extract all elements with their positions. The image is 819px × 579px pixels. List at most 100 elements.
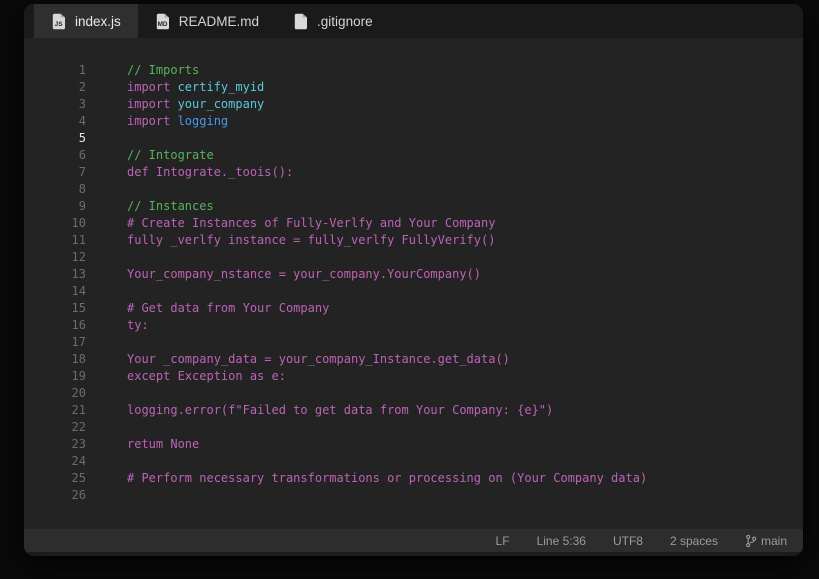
code-line-22[interactable]: 22 xyxy=(24,419,803,436)
token-comment: // Imports xyxy=(127,63,199,77)
line-number: 4 xyxy=(24,113,86,130)
token-magenta: ty: xyxy=(127,318,149,332)
token-cyan: certify_myid xyxy=(178,80,265,94)
line-number: 11 xyxy=(24,232,86,249)
code-text xyxy=(86,385,127,402)
code-text: Your_company_nstance = your_company.Your… xyxy=(86,266,481,283)
code-editor[interactable]: 1// Imports2import certify_myid3import y… xyxy=(24,38,803,529)
status-label: main xyxy=(761,534,787,548)
code-text xyxy=(86,419,127,436)
code-line-25[interactable]: 25# Perform necessary transformations or… xyxy=(24,470,803,487)
code-line-1[interactable]: 1 // Imports xyxy=(24,62,803,79)
line-number: 24 xyxy=(24,453,86,470)
token-blue: logging xyxy=(178,114,229,128)
status-bar: LF Line 5:36 UTF8 2 spaces main xyxy=(24,529,803,552)
code-text: fully _verlfy instance = fully_verlfy Fu… xyxy=(86,232,495,249)
status-eol-indicator[interactable]: LF xyxy=(496,534,510,548)
code-line-24[interactable]: 24 xyxy=(24,453,803,470)
token-magenta: # Create Instances of Fully-Verlfy and Y… xyxy=(127,216,495,230)
tab-index-js[interactable]: JS index.js xyxy=(34,4,138,38)
code-text: def Intograte._toois(): xyxy=(86,164,293,181)
js-file-icon: JS xyxy=(51,13,67,30)
status-indentation[interactable]: 2 spaces xyxy=(670,534,718,548)
code-line-18[interactable]: 18 Your _company_data = your_company_Inst… xyxy=(24,351,803,368)
status-git-branch[interactable]: main xyxy=(745,534,787,548)
line-number: 14 xyxy=(24,283,86,300)
code-line-10[interactable]: 10# Create Instances of Fully-Verlfy and… xyxy=(24,215,803,232)
line-number: 1 xyxy=(24,62,86,79)
code-line-21[interactable]: 21logging.error(f"Failed to get data fro… xyxy=(24,402,803,419)
token-magenta: except Exception as e: xyxy=(127,369,286,383)
status-label: 2 spaces xyxy=(670,534,718,548)
status-cursor-position[interactable]: Line 5:36 xyxy=(537,534,586,548)
line-number: 19 xyxy=(24,368,86,385)
code-line-3[interactable]: 3import your_company xyxy=(24,96,803,113)
status-label: Line 5:36 xyxy=(537,534,586,548)
code-text: retum None xyxy=(86,436,199,453)
line-number: 12 xyxy=(24,249,86,266)
svg-text:MD: MD xyxy=(157,21,167,28)
token-comment: // Intograte xyxy=(127,148,214,162)
token-magenta: Your _company_data = your_company_Instan… xyxy=(127,352,510,366)
code-line-7[interactable]: 7 def Intograte._toois(): xyxy=(24,164,803,181)
code-line-20[interactable]: 20 xyxy=(24,385,803,402)
code-text xyxy=(86,487,127,504)
code-line-26[interactable]: 26 xyxy=(24,487,803,504)
code-line-12[interactable]: 12 xyxy=(24,249,803,266)
code-line-13[interactable]: 13Your_company_nstance = your_company.Yo… xyxy=(24,266,803,283)
token-comment: // Instances xyxy=(127,199,214,213)
code-line-6[interactable]: 6 // Intograte xyxy=(24,147,803,164)
code-line-15[interactable]: 15# Get data from Your Company xyxy=(24,300,803,317)
line-number: 20 xyxy=(24,385,86,402)
code-text: // Instances xyxy=(86,198,214,215)
tab-label: index.js xyxy=(75,14,121,29)
code-text: logging.error(f"Failed to get data from … xyxy=(86,402,553,419)
line-number: 18 xyxy=(24,351,86,368)
token-keyword: import xyxy=(127,80,178,94)
file-icon xyxy=(293,13,309,30)
token-magenta: retum None xyxy=(127,437,199,451)
code-text: import certify_myid xyxy=(86,79,264,96)
code-text: # Get data from Your Company xyxy=(86,300,329,317)
md-file-icon: MD xyxy=(155,13,171,30)
line-number: 6 xyxy=(24,147,86,164)
code-line-11[interactable]: 11 fully _verlfy instance = fully_verlfy … xyxy=(24,232,803,249)
code-text: // Intograte xyxy=(86,147,214,164)
token-magenta: fully _verlfy instance = fully_verlfy Fu… xyxy=(127,233,495,247)
code-line-4[interactable]: 4 import logging xyxy=(24,113,803,130)
line-number: 2 xyxy=(24,79,86,96)
line-number: 7 xyxy=(24,164,86,181)
code-line-17[interactable]: 17 xyxy=(24,334,803,351)
status-encoding[interactable]: UTF8 xyxy=(613,534,643,548)
code-line-14[interactable]: 14 xyxy=(24,283,803,300)
line-number: 21 xyxy=(24,402,86,419)
token-keyword: import xyxy=(127,97,178,111)
line-number: 13 xyxy=(24,266,86,283)
code-text: // Imports xyxy=(86,62,199,79)
code-line-8[interactable]: 8 xyxy=(24,181,803,198)
token-keyword: import xyxy=(127,114,178,128)
code-line-16[interactable]: 16ty: xyxy=(24,317,803,334)
tab-gitignore[interactable]: .gitignore xyxy=(276,4,390,38)
code-text: # Create Instances of Fully-Verlfy and Y… xyxy=(86,215,495,232)
code-text: # Perform necessary transformations or p… xyxy=(86,470,647,487)
code-line-2[interactable]: 2import certify_myid xyxy=(24,79,803,96)
git-branch-icon xyxy=(745,534,757,548)
code-line-23[interactable]: 23 retum None xyxy=(24,436,803,453)
token-magenta: # Perform necessary transformations or p… xyxy=(127,471,647,485)
code-line-19[interactable]: 19 except Exception as e: xyxy=(24,368,803,385)
code-text xyxy=(86,283,127,300)
code-editor-window: JS index.js MDREADME.md.gitignore 1 // Impo… xyxy=(24,4,803,556)
code-line-5[interactable]: 5 xyxy=(24,130,803,147)
line-number: 3 xyxy=(24,96,86,113)
code-text: import your_company xyxy=(86,96,264,113)
line-number: 23 xyxy=(24,436,86,453)
tab-README-md[interactable]: MDREADME.md xyxy=(138,4,276,38)
code-text: Your _company_data = your_company_Instan… xyxy=(86,351,510,368)
status-label: UTF8 xyxy=(613,534,643,548)
token-magenta: def Intograte._toois(): xyxy=(127,165,293,179)
code-line-9[interactable]: 9// Instances xyxy=(24,198,803,215)
window-bottom-edge xyxy=(24,552,803,556)
code-text xyxy=(86,181,127,198)
line-number: 26 xyxy=(24,487,86,504)
